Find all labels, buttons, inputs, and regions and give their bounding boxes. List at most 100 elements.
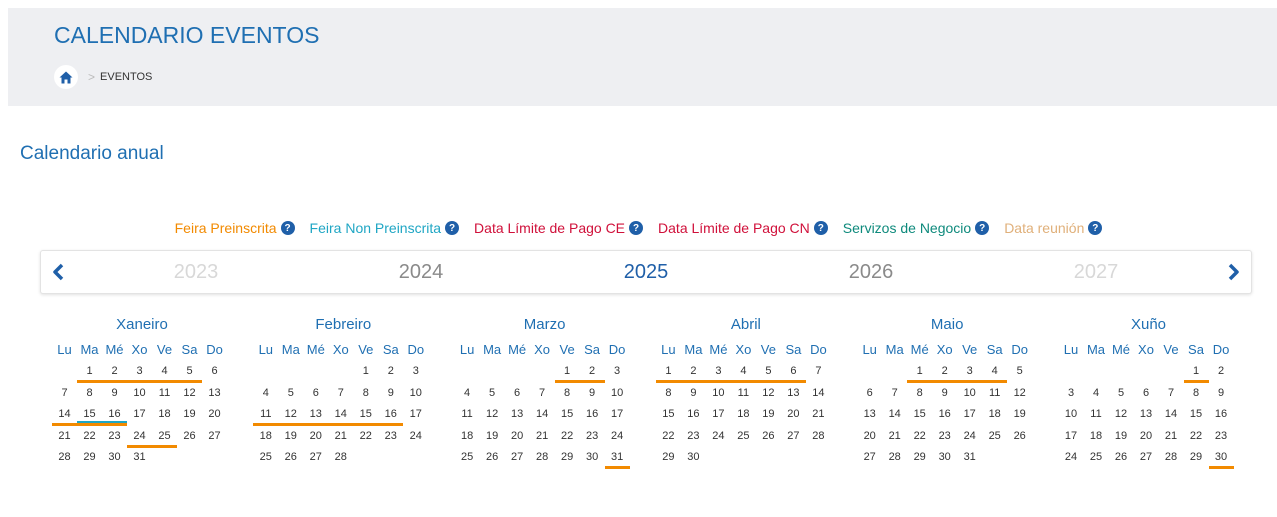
day-cell[interactable]: 30 [681, 451, 706, 463]
day-cell[interactable]: 24 [605, 430, 630, 442]
day-cell[interactable]: 7 [52, 387, 77, 399]
day-cell[interactable]: 5 [1007, 365, 1032, 377]
day-cell[interactable]: 27 [202, 430, 227, 442]
day-cell[interactable]: 28 [1159, 451, 1184, 463]
day-cell[interactable]: 14 [882, 408, 907, 420]
day-cell[interactable]: 8 [656, 387, 681, 399]
day-cell[interactable]: 4 [152, 365, 177, 377]
day-cell[interactable]: 3 [605, 365, 630, 377]
day-cell[interactable]: 26 [1109, 451, 1134, 463]
day-cell[interactable]: 11 [982, 387, 1007, 399]
day-cell[interactable]: 10 [706, 387, 731, 399]
day-cell[interactable]: 30 [1209, 451, 1234, 463]
day-cell[interactable]: 7 [806, 365, 831, 377]
event-marker-preinscrita[interactable] [604, 466, 630, 469]
day-cell[interactable]: 1 [353, 365, 378, 377]
day-cell[interactable]: 15 [656, 408, 681, 420]
day-cell[interactable]: 18 [253, 430, 278, 442]
prev-year-arrow-icon[interactable] [49, 262, 69, 282]
day-cell[interactable]: 16 [932, 408, 957, 420]
day-cell[interactable]: 19 [756, 408, 781, 420]
day-cell[interactable]: 3 [957, 365, 982, 377]
day-cell[interactable]: 29 [907, 451, 932, 463]
day-cell[interactable]: 7 [328, 387, 353, 399]
day-cell[interactable]: 17 [605, 408, 630, 420]
day-cell[interactable]: 10 [403, 387, 428, 399]
day-cell[interactable]: 22 [1184, 430, 1209, 442]
day-cell[interactable]: 26 [1007, 430, 1032, 442]
day-cell[interactable]: 22 [353, 430, 378, 442]
day-cell[interactable]: 20 [505, 430, 530, 442]
help-icon[interactable]: ? [1088, 221, 1103, 235]
day-cell[interactable]: 12 [1109, 408, 1134, 420]
day-cell[interactable]: 23 [1209, 430, 1234, 442]
day-cell[interactable]: 1 [907, 365, 932, 377]
day-cell[interactable]: 26 [278, 451, 303, 463]
year-2026[interactable]: 2026 [849, 261, 894, 284]
day-cell[interactable]: 31 [957, 451, 982, 463]
day-cell[interactable]: 6 [505, 387, 530, 399]
day-cell[interactable]: 3 [403, 365, 428, 377]
day-cell[interactable]: 31 [605, 451, 630, 463]
day-cell[interactable]: 18 [731, 408, 756, 420]
day-cell[interactable]: 14 [806, 387, 831, 399]
day-cell[interactable]: 1 [555, 365, 580, 377]
help-icon[interactable]: ? [813, 221, 828, 235]
day-cell[interactable]: 8 [353, 387, 378, 399]
event-marker-preinscrita[interactable] [907, 380, 1008, 383]
day-cell[interactable]: 11 [253, 408, 278, 420]
day-cell[interactable]: 10 [1059, 408, 1084, 420]
day-cell[interactable]: 8 [77, 387, 102, 399]
day-cell[interactable]: 15 [907, 408, 932, 420]
day-cell[interactable]: 17 [403, 408, 428, 420]
day-cell[interactable]: 20 [781, 408, 806, 420]
home-icon[interactable] [54, 65, 78, 89]
day-cell[interactable]: 2 [580, 365, 605, 377]
day-cell[interactable]: 8 [555, 387, 580, 399]
day-cell[interactable]: 14 [328, 408, 353, 420]
day-cell[interactable]: 11 [1084, 408, 1109, 420]
day-cell[interactable]: 24 [1059, 451, 1084, 463]
year-2023[interactable]: 2023 [174, 261, 219, 284]
day-cell[interactable]: 12 [1007, 387, 1032, 399]
day-cell[interactable]: 12 [480, 408, 505, 420]
day-cell[interactable]: 9 [378, 387, 403, 399]
day-cell[interactable]: 8 [907, 387, 932, 399]
day-cell[interactable]: 29 [77, 451, 102, 463]
day-cell[interactable]: 8 [1184, 387, 1209, 399]
event-marker-preinscrita[interactable] [77, 380, 202, 383]
day-cell[interactable]: 29 [656, 451, 681, 463]
day-cell[interactable]: 21 [882, 430, 907, 442]
day-cell[interactable]: 27 [303, 451, 328, 463]
day-cell[interactable]: 14 [530, 408, 555, 420]
day-cell[interactable]: 23 [932, 430, 957, 442]
day-cell[interactable]: 5 [756, 365, 781, 377]
day-cell[interactable]: 7 [530, 387, 555, 399]
day-cell[interactable]: 28 [328, 451, 353, 463]
day-cell[interactable]: 9 [681, 387, 706, 399]
event-marker-preinscrita[interactable] [253, 423, 404, 426]
day-cell[interactable]: 13 [857, 408, 882, 420]
day-cell[interactable]: 14 [52, 408, 77, 420]
event-marker-preinscrita[interactable] [127, 444, 177, 448]
day-cell[interactable]: 17 [957, 408, 982, 420]
day-cell[interactable]: 26 [756, 430, 781, 442]
day-cell[interactable]: 25 [731, 430, 756, 442]
day-cell[interactable]: 23 [681, 430, 706, 442]
day-cell[interactable]: 25 [253, 451, 278, 463]
day-cell[interactable]: 2 [102, 365, 127, 377]
day-cell[interactable]: 31 [127, 451, 152, 463]
day-cell[interactable]: 15 [353, 408, 378, 420]
year-2024[interactable]: 2024 [399, 261, 444, 284]
day-cell[interactable]: 26 [480, 451, 505, 463]
next-year-arrow-icon[interactable] [1223, 262, 1243, 282]
day-cell[interactable]: 16 [1209, 408, 1234, 420]
event-marker-preinscrita[interactable] [554, 380, 605, 383]
day-cell[interactable]: 21 [530, 430, 555, 442]
day-cell[interactable]: 30 [932, 451, 957, 463]
day-cell[interactable]: 16 [681, 408, 706, 420]
day-cell[interactable]: 15 [1184, 408, 1209, 420]
day-cell[interactable]: 19 [1007, 408, 1032, 420]
day-cell[interactable]: 9 [102, 387, 127, 399]
day-cell[interactable]: 11 [455, 408, 480, 420]
